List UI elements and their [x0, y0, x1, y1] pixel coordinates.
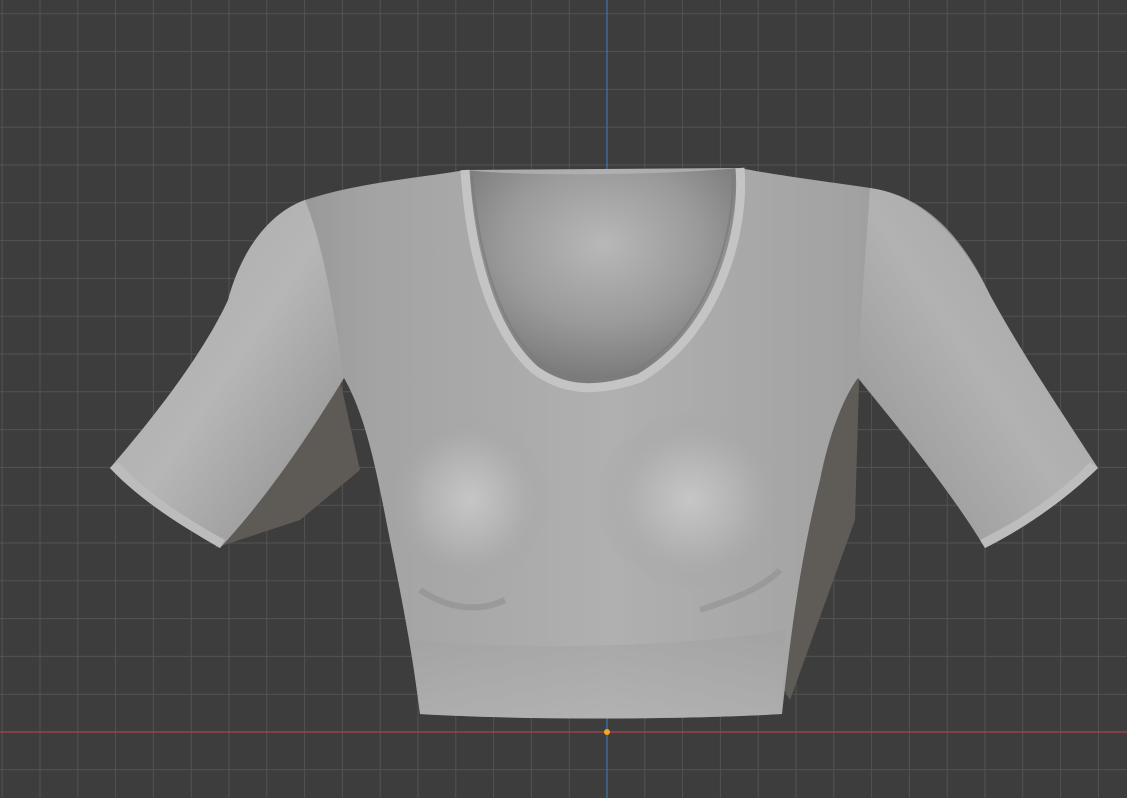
object-origin-point[interactable] — [604, 729, 610, 735]
left-breast-highlight — [390, 415, 550, 585]
viewport-canvas[interactable] — [0, 0, 1127, 798]
crop-top-mesh[interactable] — [110, 167, 1098, 719]
3d-viewport[interactable] — [0, 0, 1127, 798]
right-breast-highlight — [595, 410, 785, 590]
